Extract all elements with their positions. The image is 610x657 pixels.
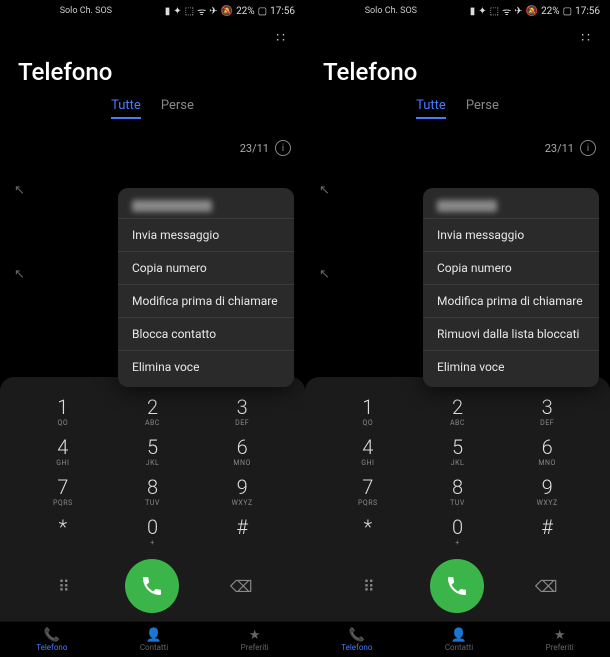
key-5[interactable]: 5JKL — [427, 435, 487, 467]
info-icon[interactable]: i — [275, 140, 291, 156]
outgoing-icon: ↖ — [319, 267, 337, 282]
key-7[interactable]: 7PQRS — [33, 475, 93, 507]
screen-left: Solo Ch. SOS ▮✦⬚ᯤ✈🔕 22%▢ 17:56 ∷ Telefon… — [0, 0, 305, 657]
outgoing-icon: ↖ — [14, 183, 32, 198]
bottom-nav: 📞Telefono 👤Contatti ★Preferiti — [0, 621, 305, 657]
key-0[interactable]: 0+ — [122, 515, 182, 547]
outgoing-icon: ↖ — [14, 267, 32, 282]
key-2[interactable]: 2ABC — [427, 395, 487, 427]
menu-send-message[interactable]: Invia messaggio — [118, 218, 294, 251]
status-bar: Solo Ch. SOS ▮✦⬚ᯤ✈🔕 22%▢ 17:56 — [305, 0, 610, 22]
popup-contact — [118, 192, 294, 218]
page-title: Telefono — [305, 46, 610, 92]
key-2[interactable]: 2ABC — [122, 395, 182, 427]
screen-right: Solo Ch. SOS ▮✦⬚ᯤ✈🔕 22%▢ 17:56 ∷ Telefon… — [305, 0, 610, 657]
key-3[interactable]: 3DEF — [517, 395, 577, 427]
call-row[interactable]: 23/11 i — [305, 127, 610, 169]
nav-contacts[interactable]: 👤Contatti — [140, 628, 168, 652]
backspace-icon[interactable]: ⌫ — [211, 577, 271, 596]
key-0[interactable]: 0+ — [427, 515, 487, 547]
bottom-nav: 📞Telefono 👤Contatti ★Preferiti — [305, 621, 610, 657]
menu-edit-before-call[interactable]: Modifica prima di chiamare — [423, 284, 599, 317]
key-3[interactable]: 3DEF — [212, 395, 272, 427]
dialer: 1QO 2ABC 3DEF 4GHI 5JKL 6MNO 7PQRS 8TUV … — [305, 377, 610, 621]
context-menu: Invia messaggio Copia numero Modifica pr… — [423, 188, 599, 387]
tab-all[interactable]: Tutte — [111, 98, 141, 119]
key-hash[interactable]: # — [517, 515, 577, 547]
menu-delete-entry[interactable]: Elimina voce — [118, 350, 294, 383]
call-row[interactable]: 23/11 i — [0, 127, 305, 169]
menu-delete-entry[interactable]: Elimina voce — [423, 350, 599, 383]
nav-favorites[interactable]: ★Preferiti — [241, 628, 269, 652]
key-6[interactable]: 6MNO — [517, 435, 577, 467]
status-icons: ▮✦⬚ᯤ✈🔕 22%▢ 17:56 — [470, 4, 600, 18]
key-9[interactable]: 9WXYZ — [212, 475, 272, 507]
key-star[interactable]: * — [33, 515, 93, 547]
tab-missed[interactable]: Perse — [466, 98, 499, 119]
more-icon[interactable]: ∷ — [305, 22, 610, 46]
key-4[interactable]: 4GHI — [33, 435, 93, 467]
key-5[interactable]: 5JKL — [122, 435, 182, 467]
dialer: 1QO 2ABC 3DEF 4GHI 5JKL 6MNO 7PQRS 8TUV … — [0, 377, 305, 621]
info-icon[interactable]: i — [580, 140, 596, 156]
page-title: Telefono — [0, 46, 305, 92]
dialpad-icon[interactable]: ⠿ — [339, 577, 399, 596]
menu-send-message[interactable]: Invia messaggio — [423, 218, 599, 251]
key-star[interactable]: * — [338, 515, 398, 547]
carrier-text: Solo Ch. SOS — [10, 6, 162, 16]
menu-unblock-contact[interactable]: Rimuovi dalla lista bloccati — [423, 317, 599, 350]
more-icon[interactable]: ∷ — [0, 22, 305, 46]
context-menu: Invia messaggio Copia numero Modifica pr… — [118, 188, 294, 387]
outgoing-icon: ↖ — [319, 183, 337, 198]
key-9[interactable]: 9WXYZ — [517, 475, 577, 507]
key-8[interactable]: 8TUV — [427, 475, 487, 507]
key-4[interactable]: 4GHI — [338, 435, 398, 467]
call-button[interactable] — [125, 559, 179, 613]
call-button[interactable] — [430, 559, 484, 613]
key-7[interactable]: 7PQRS — [338, 475, 398, 507]
carrier-text: Solo Ch. SOS — [315, 6, 467, 16]
nav-phone[interactable]: 📞Telefono — [341, 628, 372, 652]
key-8[interactable]: 8TUV — [122, 475, 182, 507]
nav-favorites[interactable]: ★Preferiti — [546, 628, 574, 652]
call-date: 23/11 — [240, 142, 269, 155]
status-bar: Solo Ch. SOS ▮✦⬚ᯤ✈🔕 22%▢ 17:56 — [0, 0, 305, 22]
key-1[interactable]: 1QO — [33, 395, 93, 427]
call-tabs: Tutte Perse — [305, 92, 610, 123]
dialpad-icon[interactable]: ⠿ — [34, 577, 94, 596]
tab-all[interactable]: Tutte — [416, 98, 446, 119]
menu-edit-before-call[interactable]: Modifica prima di chiamare — [118, 284, 294, 317]
call-tabs: Tutte Perse — [0, 92, 305, 123]
menu-block-contact[interactable]: Blocca contatto — [118, 317, 294, 350]
call-date: 23/11 — [545, 142, 574, 155]
tab-missed[interactable]: Perse — [161, 98, 194, 119]
popup-contact — [423, 192, 599, 218]
key-1[interactable]: 1QO — [338, 395, 398, 427]
key-6[interactable]: 6MNO — [212, 435, 272, 467]
status-icons: ▮✦⬚ᯤ✈🔕 22%▢ 17:56 — [165, 4, 295, 18]
key-hash[interactable]: # — [212, 515, 272, 547]
menu-copy-number[interactable]: Copia numero — [423, 251, 599, 284]
backspace-icon[interactable]: ⌫ — [516, 577, 576, 596]
nav-contacts[interactable]: 👤Contatti — [445, 628, 473, 652]
menu-copy-number[interactable]: Copia numero — [118, 251, 294, 284]
nav-phone[interactable]: 📞Telefono — [36, 628, 67, 652]
